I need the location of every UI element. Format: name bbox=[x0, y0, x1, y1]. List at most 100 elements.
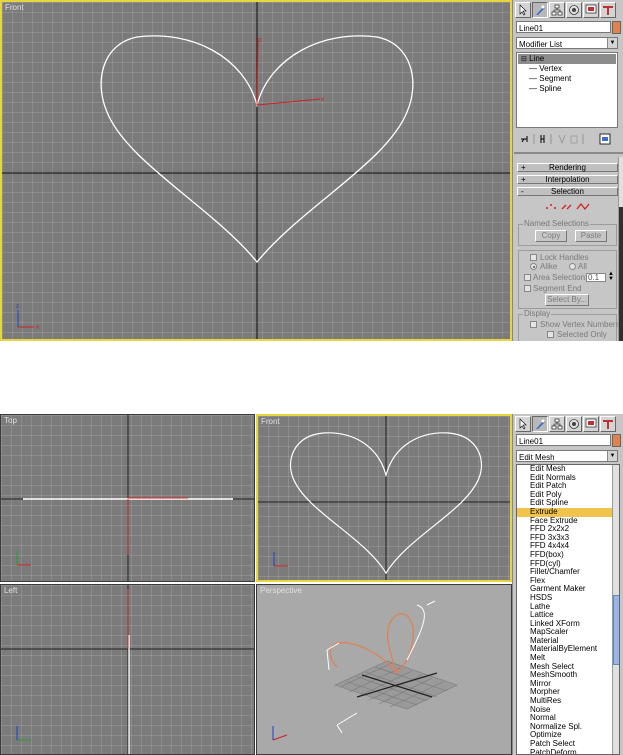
modifier-list-item[interactable]: PatchDeform bbox=[517, 748, 619, 754]
show-end-result-icon bbox=[540, 135, 545, 143]
display-group: Display Show Vertex Numbers Selected Onl… bbox=[518, 309, 620, 341]
modifier-list-value-bottom: Edit Mesh bbox=[519, 453, 555, 462]
lock-handles-label: Lock Handles bbox=[540, 253, 589, 262]
segment-mode-icon bbox=[561, 204, 572, 210]
chevron-down-icon[interactable]: ▼ bbox=[607, 38, 617, 48]
named-selections-title: Named Selections bbox=[523, 219, 590, 228]
object-color-swatch-bottom[interactable] bbox=[612, 434, 621, 447]
hierarchy-icon bbox=[551, 418, 563, 430]
hierarchy-tab-bottom[interactable] bbox=[549, 416, 565, 432]
area-selection-checkbox[interactable] bbox=[524, 274, 531, 281]
modifier-stack: ⊟ Line — Vertex — Segment — Spline bbox=[516, 52, 618, 128]
svg-text:z: z bbox=[259, 38, 262, 44]
command-panel-bottom: Line01 Edit Mesh ▼ Edit Mesh Edit Normals… bbox=[512, 414, 623, 755]
panel-divider bbox=[514, 152, 623, 154]
display-tab[interactable] bbox=[583, 2, 599, 18]
interpolation-rollout[interactable]: + Interpolation bbox=[517, 175, 618, 184]
modify-tab[interactable] bbox=[532, 2, 548, 18]
paste-button[interactable]: Paste bbox=[575, 230, 607, 242]
utilities-tab-bottom[interactable] bbox=[600, 416, 616, 432]
modifier-list-dropdown[interactable]: Modifier List ▼ bbox=[516, 37, 618, 49]
stack-item-segment[interactable]: — Segment bbox=[529, 74, 571, 83]
subobject-mode-icons bbox=[546, 202, 590, 211]
top-viewport-canvas bbox=[1, 415, 254, 581]
pin-stack-icon bbox=[521, 136, 528, 143]
utilities-icon bbox=[603, 6, 613, 15]
chevron-down-icon[interactable]: ▼ bbox=[607, 451, 617, 461]
modifier-list-dropdown-bottom[interactable]: Edit Mesh ▼ bbox=[516, 450, 618, 462]
spinner-arrows-icon[interactable]: ▲ ▼ bbox=[608, 271, 614, 282]
stack-tools bbox=[521, 133, 611, 145]
front-viewport[interactable]: Front x z x z bbox=[0, 0, 512, 341]
scrollbar-thumb[interactable] bbox=[619, 207, 623, 341]
create-tab[interactable] bbox=[515, 2, 531, 18]
show-vertex-numbers-checkbox[interactable] bbox=[530, 321, 537, 328]
object-color-swatch[interactable] bbox=[612, 21, 621, 34]
motion-icon bbox=[569, 5, 579, 15]
create-tab-bottom[interactable] bbox=[515, 416, 531, 432]
select-by-button[interactable]: Select By... bbox=[545, 294, 589, 306]
left-viewport[interactable]: Left bbox=[0, 584, 255, 755]
area-selection-spinner[interactable]: 0.1 bbox=[586, 273, 606, 282]
lock-handles-checkbox[interactable] bbox=[530, 254, 537, 261]
modify-tab-bottom[interactable] bbox=[532, 416, 548, 432]
show-vertex-numbers-label: Show Vertex Numbers bbox=[540, 320, 620, 329]
stack-item-vertex[interactable]: — Vertex bbox=[529, 64, 562, 73]
command-panel: Line01 Modifier List ▼ ⊟ Line — Vertex —… bbox=[512, 0, 623, 341]
front-viewport-canvas: x z x z bbox=[2, 2, 510, 339]
modify-icon bbox=[536, 419, 545, 429]
top-viewport[interactable]: Top bbox=[0, 414, 255, 582]
configure-sets-icon bbox=[599, 133, 611, 145]
display-tab-bottom[interactable] bbox=[583, 416, 599, 432]
utilities-icon bbox=[603, 420, 613, 429]
copy-button[interactable]: Copy bbox=[535, 230, 567, 242]
make-unique-icon bbox=[558, 134, 566, 145]
rendering-rollout[interactable]: + Rendering bbox=[517, 163, 618, 172]
front-viewport-small[interactable]: Front bbox=[256, 414, 512, 582]
modifier-list-scrollbar[interactable] bbox=[612, 465, 619, 754]
display-title: Display bbox=[523, 309, 552, 318]
motion-tab[interactable] bbox=[566, 2, 582, 18]
modify-icon bbox=[536, 5, 545, 15]
select-arrow-icon bbox=[519, 4, 527, 16]
object-name-field-bottom[interactable]: Line01 bbox=[516, 434, 611, 446]
hierarchy-icon bbox=[551, 4, 563, 16]
stack-item-spline[interactable]: — Spline bbox=[529, 84, 561, 93]
selected-only-checkbox[interactable] bbox=[547, 331, 554, 338]
perspective-viewport[interactable]: Perspective bbox=[256, 584, 512, 755]
all-radio[interactable] bbox=[569, 263, 576, 270]
object-name-field[interactable]: Line01 bbox=[516, 21, 611, 33]
segment-end-checkbox[interactable] bbox=[524, 285, 531, 292]
area-selection-label: Area Selection: bbox=[533, 273, 588, 282]
all-label: All bbox=[578, 262, 587, 271]
segment-end-label: Segment End bbox=[533, 284, 582, 293]
left-viewport-canvas bbox=[1, 585, 254, 754]
modifier-list-popup[interactable]: Edit Mesh Edit Normals Edit Patch Edit Poly… bbox=[516, 464, 620, 755]
alike-radio[interactable] bbox=[530, 263, 537, 270]
front-viewport-small-canvas bbox=[258, 416, 510, 580]
motion-icon bbox=[569, 419, 579, 429]
named-selections-group: Named Selections Copy Paste bbox=[518, 219, 617, 246]
motion-tab-bottom[interactable] bbox=[566, 416, 582, 432]
handles-group: Lock Handles Alike All Area Selection: 0… bbox=[518, 250, 617, 309]
modifier-list-scrollthumb[interactable] bbox=[613, 595, 619, 665]
selected-only-label: Selected Only bbox=[557, 330, 607, 339]
hierarchy-tab[interactable] bbox=[549, 2, 565, 18]
vertex-mode-icon bbox=[546, 204, 556, 209]
select-arrow-icon bbox=[519, 418, 527, 430]
spline-mode-icon bbox=[576, 202, 590, 211]
svg-text:x: x bbox=[36, 325, 39, 331]
display-icon bbox=[585, 418, 597, 428]
selection-rollout[interactable]: - Selection bbox=[517, 187, 618, 196]
remove-modifier-icon bbox=[570, 135, 578, 144]
perspective-viewport-canvas bbox=[272, 600, 458, 741]
modifier-list-value: Modifier List bbox=[519, 40, 563, 49]
stack-item-line-label: ⊟ Line bbox=[521, 54, 545, 63]
modifier-list-items: Edit Mesh Edit Normals Edit Patch Edit Poly… bbox=[517, 465, 619, 754]
display-icon bbox=[585, 4, 597, 14]
alike-label: Alike bbox=[540, 262, 558, 271]
svg-text:x: x bbox=[321, 97, 324, 103]
command-panel-scrollbar[interactable] bbox=[618, 157, 623, 341]
svg-text:z: z bbox=[16, 304, 19, 310]
utilities-tab[interactable] bbox=[600, 2, 616, 18]
